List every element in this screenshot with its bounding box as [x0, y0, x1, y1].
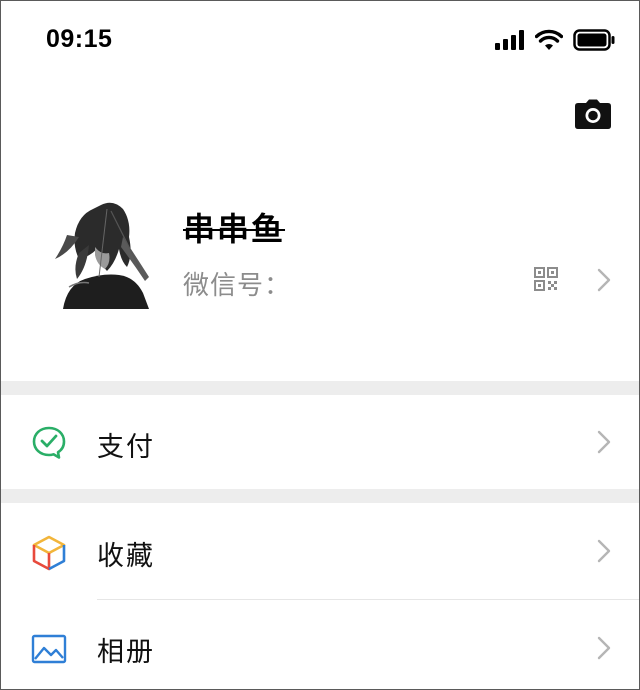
section-separator — [1, 381, 639, 395]
menu-item-pay[interactable]: 支付 — [1, 395, 639, 489]
chevron-right-icon — [597, 430, 611, 454]
album-icon — [31, 634, 67, 664]
battery-icon — [573, 29, 615, 51]
avatar[interactable] — [49, 197, 155, 309]
menu-item-album[interactable]: 相册 — [1, 601, 639, 689]
chevron-right-icon — [597, 539, 611, 563]
menu-item-pay-label: 支付 — [97, 432, 155, 463]
qr-code-icon[interactable] — [534, 267, 558, 291]
profile-chevron-right-icon[interactable] — [597, 268, 611, 292]
section-separator — [1, 489, 639, 503]
favorites-cube-icon — [32, 535, 66, 571]
me-page: 09:15 串串鱼 微信号： 支付 收藏 相册 — [0, 0, 640, 690]
wechat-pay-icon — [32, 426, 66, 459]
menu-item-favorites-label: 收藏 — [97, 541, 155, 572]
wechat-id-label: 微信号： — [183, 271, 292, 301]
chevron-right-icon — [597, 636, 611, 660]
cellular-signal-icon — [495, 30, 524, 50]
menu-item-favorites[interactable]: 收藏 — [1, 503, 639, 597]
camera-icon[interactable] — [575, 99, 611, 129]
status-time: 09:15 — [46, 25, 113, 53]
nickname: 串串鱼 — [183, 210, 286, 248]
status-icons — [495, 29, 615, 51]
menu-item-album-label: 相册 — [97, 637, 155, 668]
row-divider — [97, 599, 639, 600]
avatar-image — [49, 197, 155, 309]
wifi-icon — [535, 29, 563, 50]
